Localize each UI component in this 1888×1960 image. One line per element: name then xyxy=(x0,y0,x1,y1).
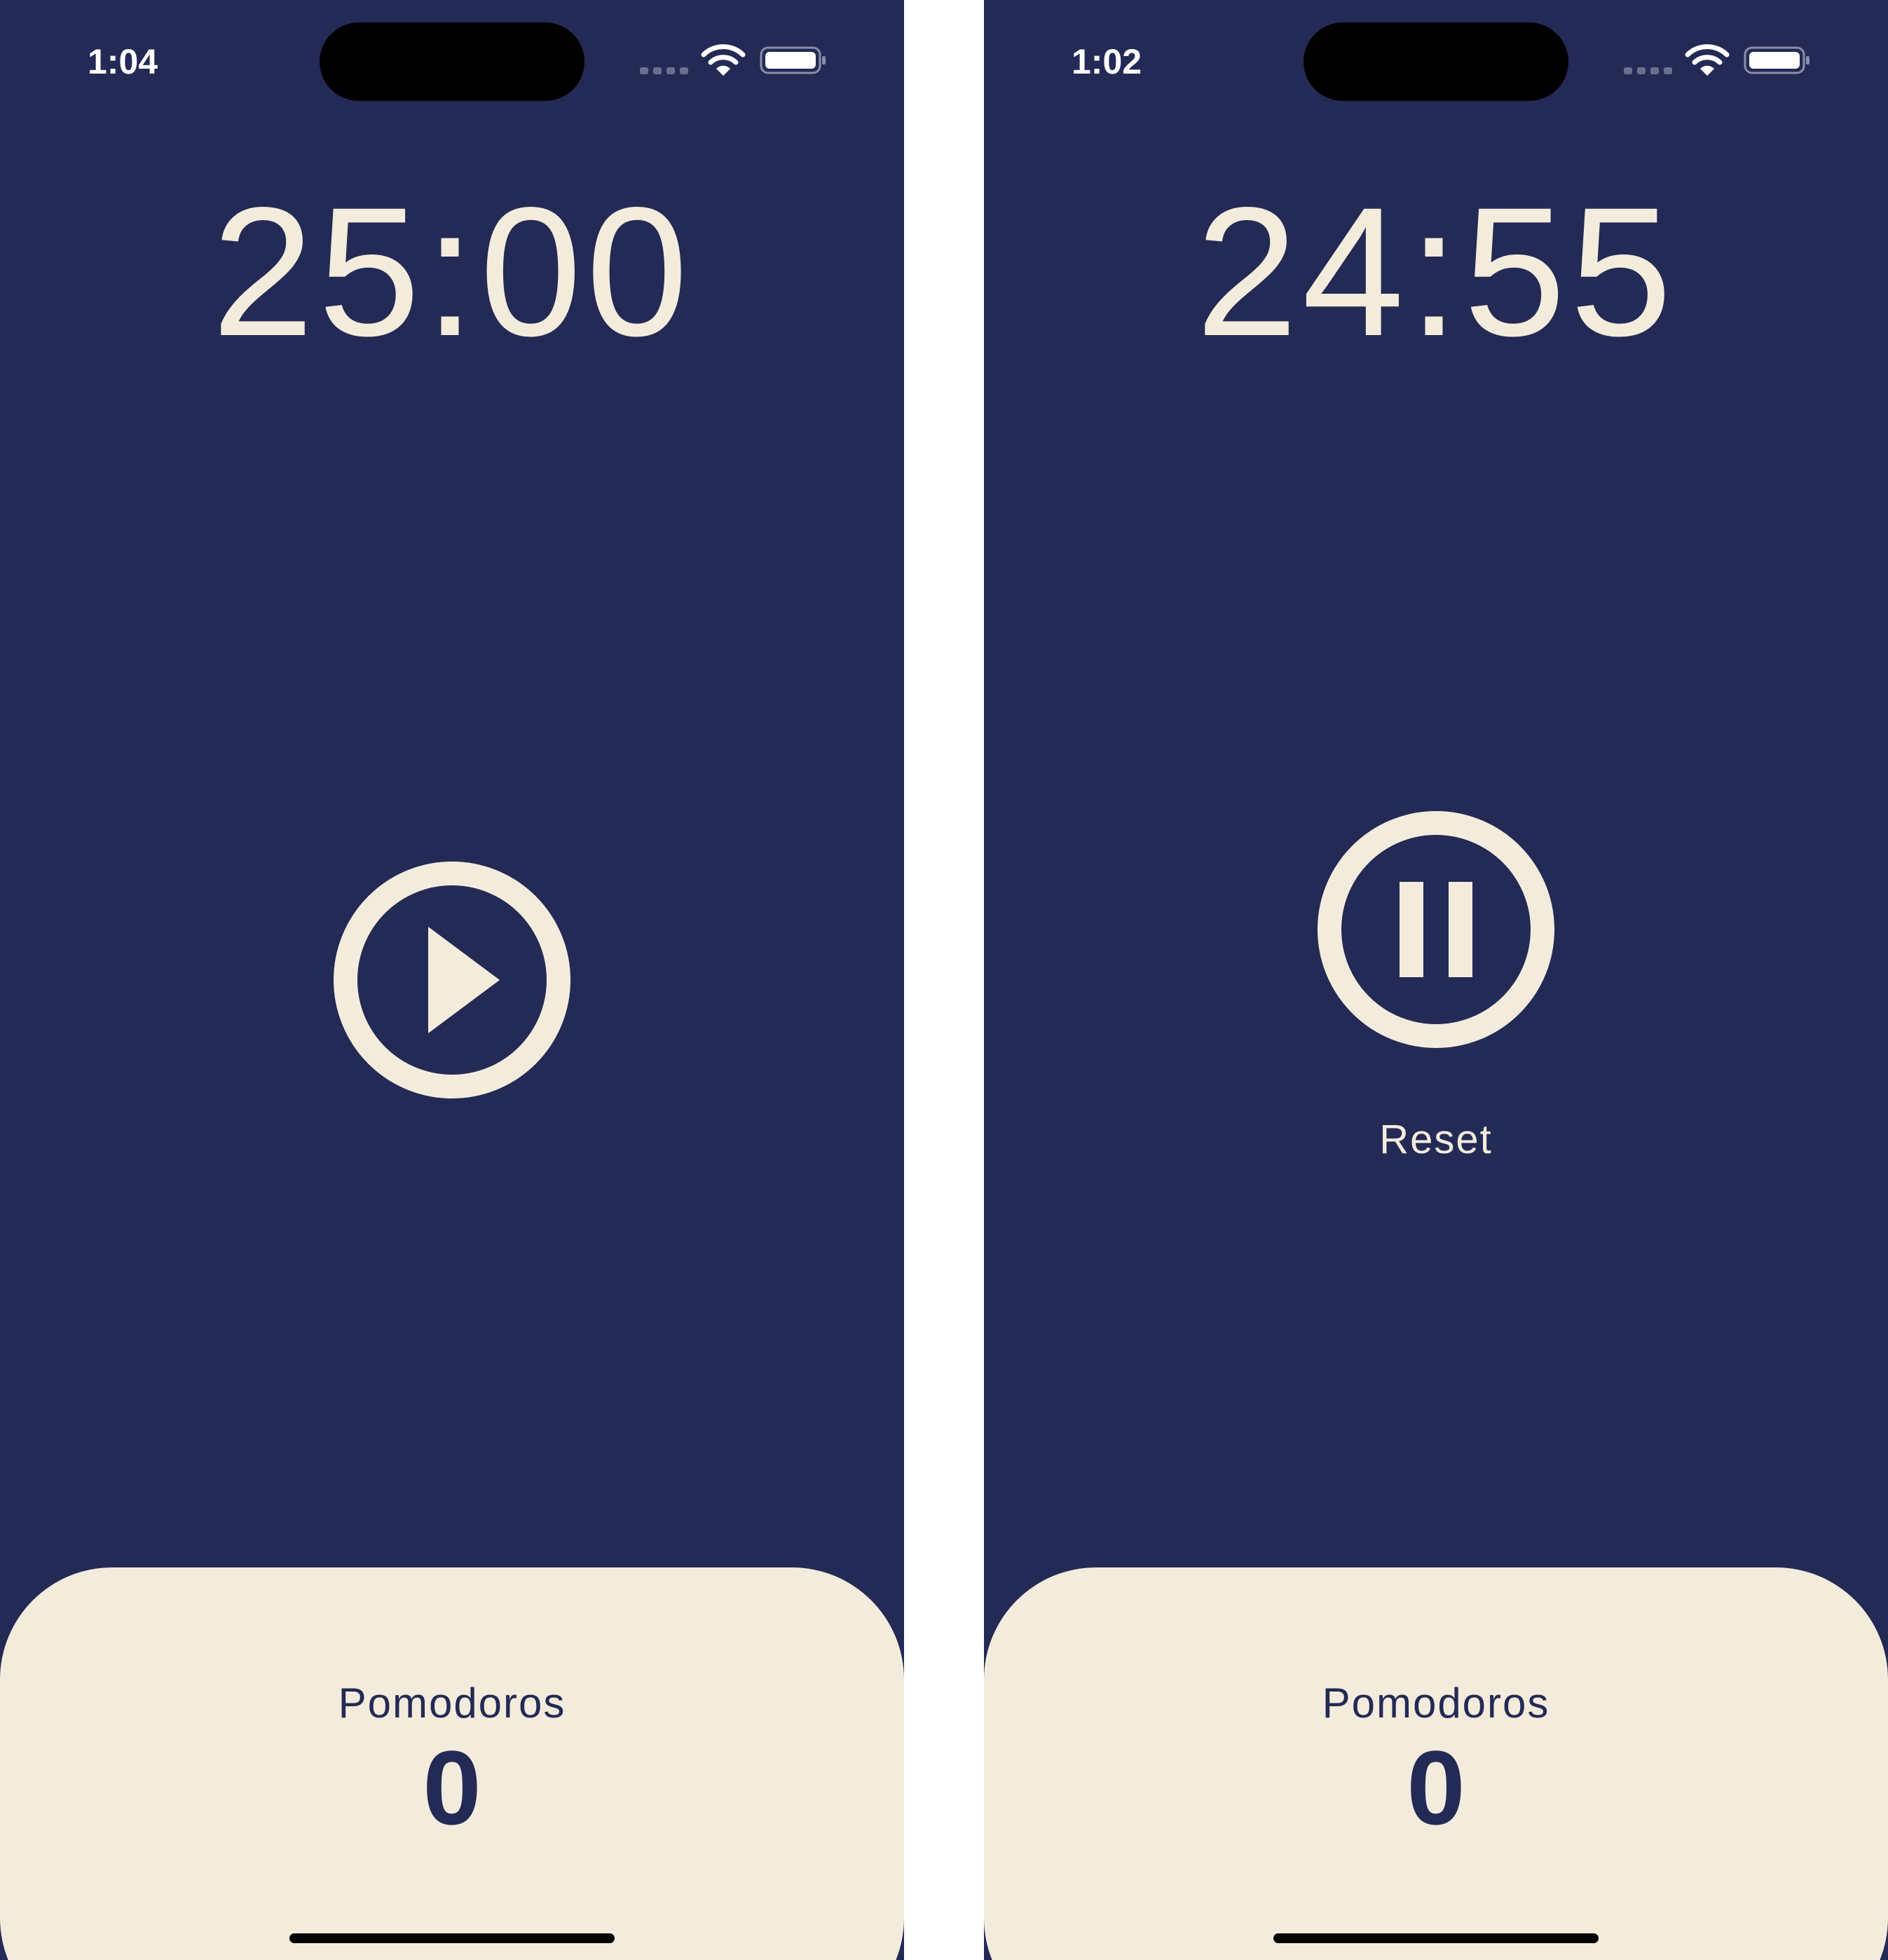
play-icon xyxy=(334,862,570,1098)
dynamic-island xyxy=(1304,22,1568,101)
wifi-icon xyxy=(701,44,746,76)
dynamic-island xyxy=(320,22,584,101)
battery-icon xyxy=(1744,46,1810,74)
pause-button[interactable] xyxy=(1317,810,1555,1049)
battery-icon xyxy=(760,46,826,74)
status-bar-time: 1:02 xyxy=(1072,42,1142,81)
pomodoros-count: 0 xyxy=(423,1729,481,1846)
wifi-icon xyxy=(1685,44,1730,76)
pause-icon xyxy=(1318,811,1554,1048)
phone-screen-running: 1:02 24:55 Reset Pomodoros 0 xyxy=(984,0,1888,1960)
phone-screen-idle: 1:04 25:00 Pomodoros 0 xyxy=(0,0,904,1960)
timer-display: 25:00 xyxy=(212,169,692,374)
start-button[interactable] xyxy=(333,861,571,1099)
pomodoros-label: Pomodoros xyxy=(1322,1680,1550,1727)
reset-button[interactable]: Reset xyxy=(1296,1112,1576,1168)
signal-icon xyxy=(1624,67,1672,74)
timer-display: 24:55 xyxy=(1196,169,1676,374)
signal-icon xyxy=(640,67,688,74)
pomodoros-count: 0 xyxy=(1407,1729,1465,1846)
home-indicator[interactable] xyxy=(289,1933,615,1943)
home-indicator[interactable] xyxy=(1273,1933,1599,1943)
status-bar-time: 1:04 xyxy=(88,42,158,81)
pomodoros-label: Pomodoros xyxy=(338,1680,566,1727)
